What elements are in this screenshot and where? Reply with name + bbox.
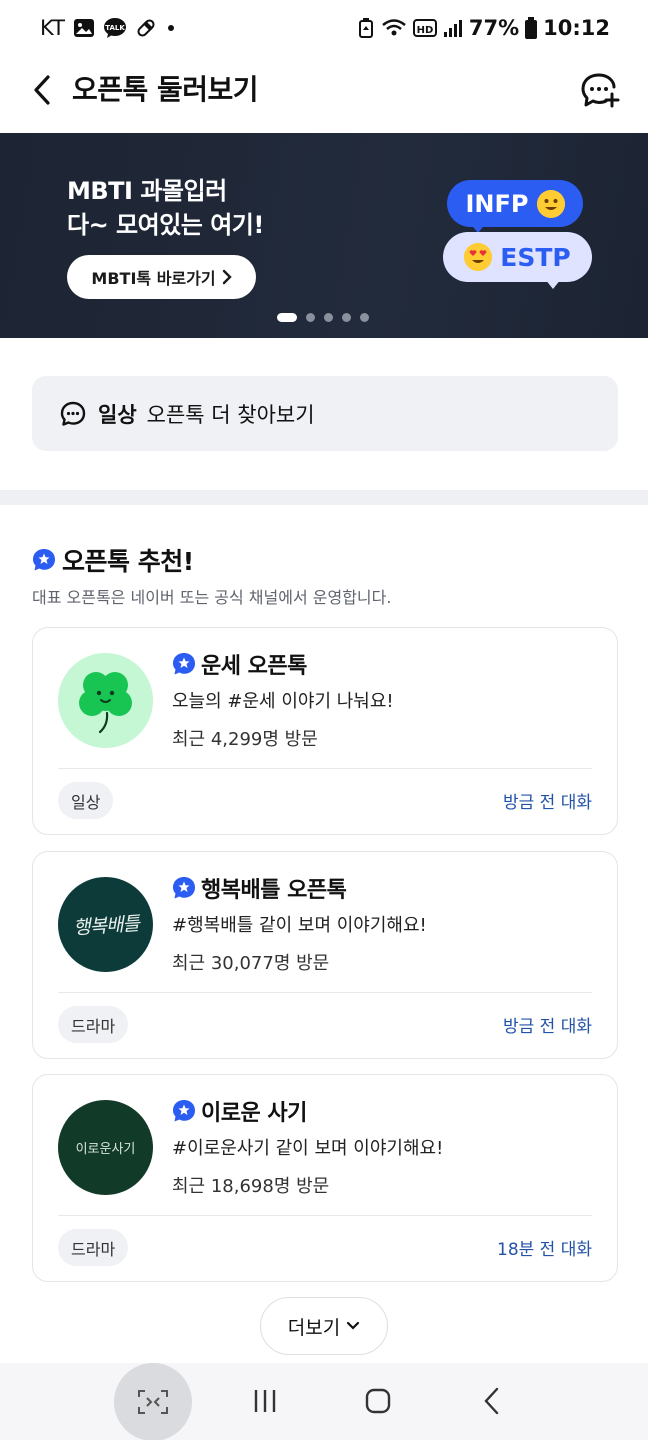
openchat-thumbnail: 행복배틀 [58, 877, 153, 972]
explore-more-card[interactable]: 일상 오픈톡 더 찾아보기 [32, 376, 618, 451]
carrier-label: KT [40, 16, 65, 40]
system-nav-bar [0, 1363, 648, 1440]
status-bar: KT TALK HD 77% 10:12 [0, 0, 648, 56]
bubble1-text: INFP [465, 189, 529, 218]
chat-bubble-icon [60, 401, 86, 426]
banner-line-1: MBTI 과몰입러 [67, 177, 227, 205]
openchat-name: 행복배틀 오픈톡 [172, 872, 347, 904]
banner-cta-button[interactable]: MBTI톡 바로가기 [67, 255, 256, 299]
banner-cta-label: MBTI톡 바로가기 [91, 269, 216, 288]
last-activity: 방금 전 대화 [502, 1017, 592, 1037]
pill-icon [135, 17, 157, 39]
recommend-title: 오픈톡 추천! [32, 542, 194, 578]
pagination-dot[interactable] [360, 313, 369, 322]
explore-category: 일상 [98, 402, 137, 427]
back-icon [484, 1387, 499, 1415]
recent-apps-icon [254, 1390, 276, 1412]
openchat-thumbnail [58, 653, 153, 748]
openchat-description: #이로운사기 같이 보며 이야기해요! [172, 1138, 444, 1159]
openchat-visits: 최근 30,077명 방문 [172, 953, 330, 974]
scan-icon [138, 1390, 168, 1414]
card-separator [58, 768, 592, 769]
category-tag[interactable]: 드라마 [58, 1229, 129, 1266]
system-back-button[interactable] [472, 1381, 512, 1421]
official-badge-icon [33, 549, 55, 571]
home-button[interactable] [358, 1381, 398, 1421]
chat-plus-icon [581, 73, 620, 108]
chevron-right-icon [222, 269, 232, 285]
openchat-visits: 최근 4,299명 방문 [172, 729, 318, 750]
scan-button[interactable] [114, 1363, 192, 1440]
page-title: 오픈톡 둘러보기 [72, 73, 259, 106]
gallery-icon [73, 18, 95, 38]
banner-pagination [277, 313, 369, 322]
openchat-description: 오늘의 #운세 이야기 나눠요! [172, 691, 394, 712]
thumbnail-text: 이로운사기 [75, 1142, 136, 1157]
section-divider [0, 490, 648, 505]
app-header: 오픈톡 둘러보기 [0, 56, 648, 133]
openchat-thumbnail: 이로운사기 [58, 1100, 153, 1195]
category-tag[interactable]: 드라마 [58, 1006, 129, 1043]
heart-eyes-emoji-icon [464, 243, 493, 271]
chevron-left-icon [34, 75, 50, 105]
wifi-icon [381, 18, 407, 38]
pagination-dot[interactable] [306, 313, 315, 322]
notification-dot-icon [165, 22, 177, 34]
promo-banner[interactable]: MBTI 과몰입러 다~ 모여있는 여기! MBTI톡 바로가기 INFP ES… [0, 133, 648, 338]
openchat-description: #행복배틀 같이 보며 이야기해요! [172, 915, 427, 936]
thumbnail-text: 행복배틀 [71, 912, 140, 940]
card-separator [58, 1215, 592, 1216]
official-badge-icon [173, 1100, 195, 1122]
more-button-label: 더보기 [287, 1316, 341, 1339]
card-separator [58, 992, 592, 993]
last-activity: 방금 전 대화 [502, 793, 592, 813]
openchat-card[interactable]: 행복배틀 행복배틀 오픈톡 #행복배틀 같이 보며 이야기해요! 최근 30,0… [32, 851, 618, 1059]
signal-icon [443, 18, 463, 38]
talk-icon: TALK [103, 17, 127, 39]
home-icon [365, 1388, 391, 1414]
bubble2-text: ESTP [500, 242, 571, 272]
openchat-card[interactable]: 운세 오픈톡 오늘의 #운세 이야기 나눠요! 최근 4,299명 방문 일상 … [32, 627, 618, 835]
official-badge-icon [173, 877, 195, 899]
openchat-card[interactable]: 이로운사기 이로운 사기 #이로운사기 같이 보며 이야기해요! 최근 18,6… [32, 1074, 618, 1282]
smile-emoji-icon [536, 189, 565, 218]
pagination-dot[interactable] [324, 313, 333, 322]
pagination-dot-active[interactable] [277, 313, 297, 322]
battery-percent: 77% [468, 16, 520, 40]
openchat-visits: 최근 18,698명 방문 [172, 1176, 330, 1197]
explore-label: 오픈톡 더 찾아보기 [146, 402, 315, 427]
clover-icon [58, 653, 153, 748]
mbti-bubble-infp: INFP [447, 180, 583, 227]
hd-icon: HD [412, 18, 437, 38]
svg-text:TALK: TALK [105, 24, 125, 32]
more-button[interactable]: 더보기 [260, 1297, 388, 1355]
recommend-title-text: 오픈톡 추천! [62, 547, 194, 576]
new-chat-button[interactable] [580, 70, 620, 110]
data-saver-icon [357, 18, 375, 38]
openchat-name: 이로운 사기 [172, 1095, 307, 1127]
official-badge-icon [173, 653, 195, 675]
openchat-name-text: 행복배틀 오픈톡 [201, 878, 347, 903]
pagination-dot[interactable] [342, 313, 351, 322]
battery-icon [525, 17, 538, 39]
mbti-bubble-estp: ESTP [443, 232, 592, 282]
openchat-name: 운세 오픈톡 [172, 648, 307, 680]
last-activity: 18분 전 대화 [497, 1240, 592, 1260]
svg-text:HD: HD [417, 25, 434, 36]
chevron-down-icon [347, 1321, 360, 1330]
category-tag[interactable]: 일상 [58, 782, 114, 819]
clock: 10:12 [543, 16, 610, 40]
back-button[interactable] [24, 70, 60, 110]
recent-apps-button[interactable] [245, 1381, 285, 1421]
recommend-subtitle: 대표 오픈톡은 네이버 또는 공식 채널에서 운영합니다. [32, 588, 392, 607]
openchat-name-text: 이로운 사기 [201, 1101, 307, 1126]
openchat-name-text: 운세 오픈톡 [201, 654, 307, 679]
banner-line-2: 다~ 모여있는 여기! [67, 211, 264, 239]
